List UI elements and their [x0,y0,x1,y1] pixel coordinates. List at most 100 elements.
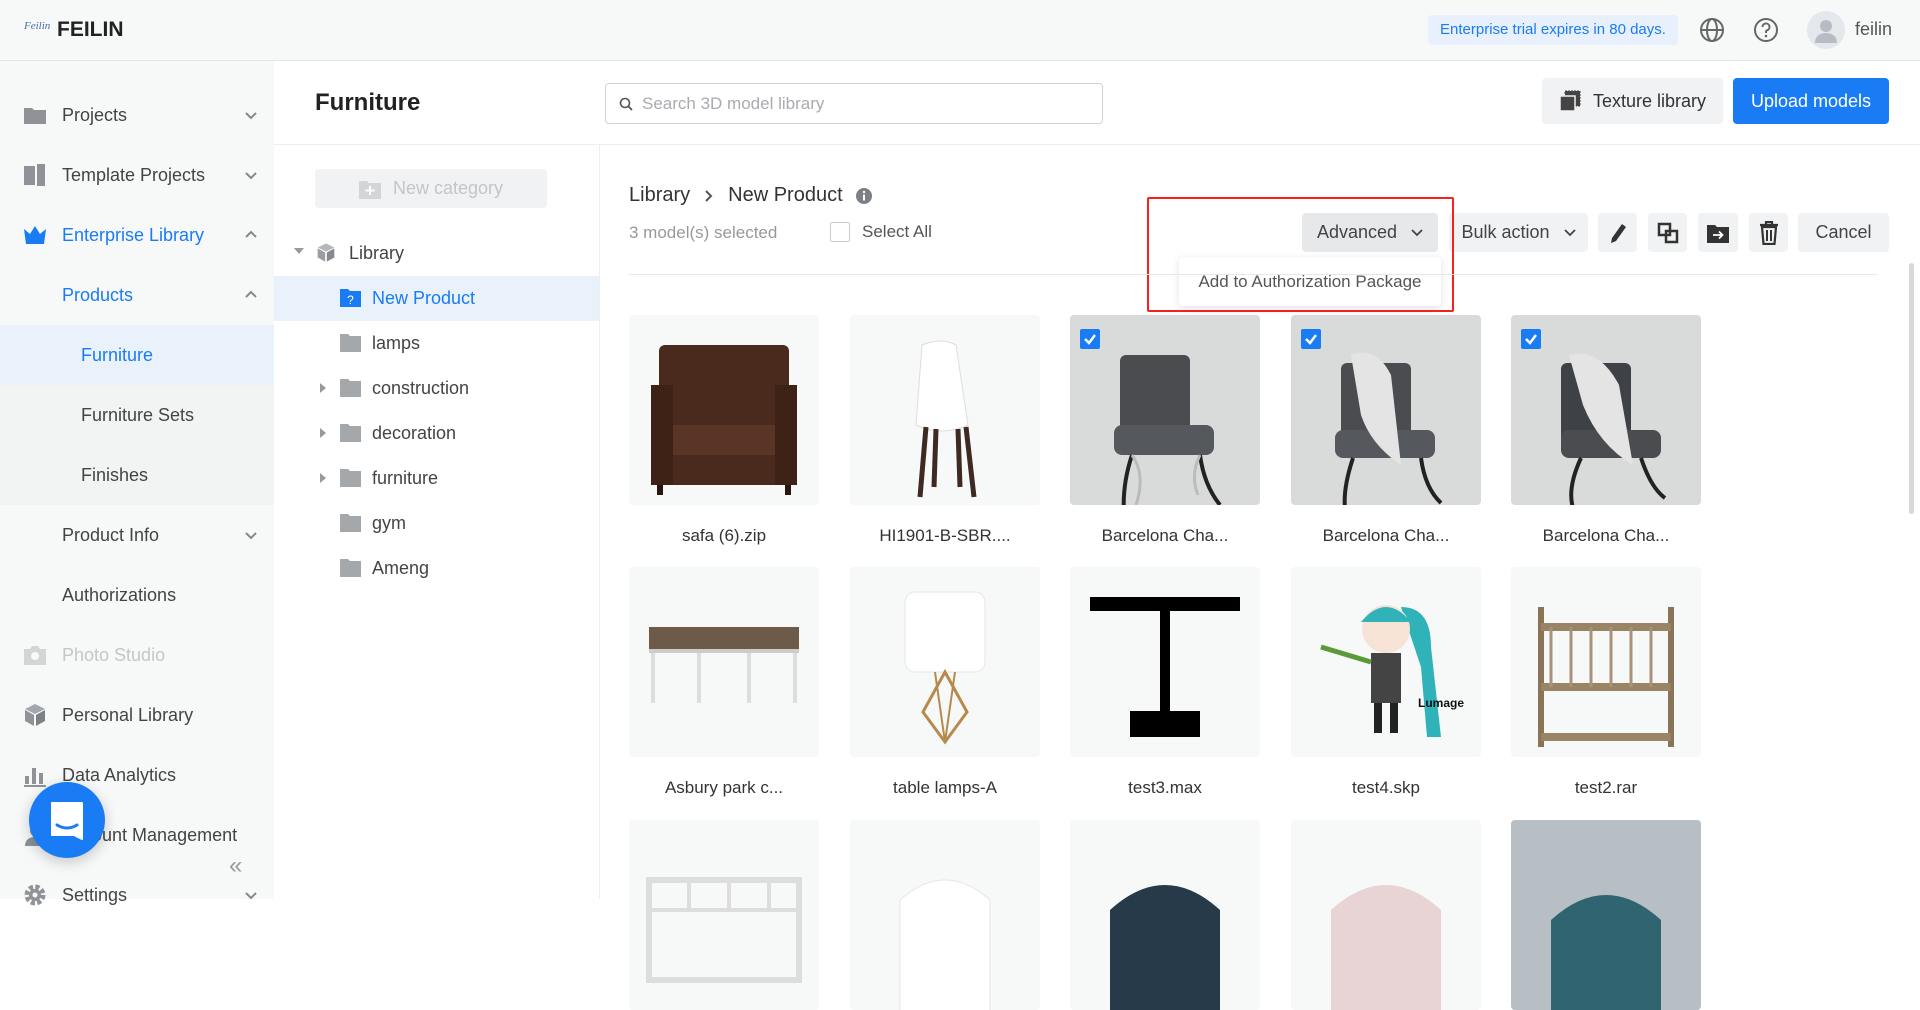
checkbox-checked[interactable] [1521,329,1541,349]
checkbox-checked[interactable] [1301,329,1321,349]
brand-name[interactable]: FEILIN [57,18,124,42]
edit-button[interactable] [1598,213,1637,252]
sidebar-item-authorizations[interactable]: Authorizations [0,565,274,625]
model-thumbnail[interactable] [1070,567,1260,757]
caret-right-icon[interactable] [320,473,327,483]
model-thumbnail[interactable] [629,567,819,757]
model-card[interactable] [1511,820,1701,1010]
sidebar-item-projects[interactable]: Projects [0,85,274,145]
select-all-checkbox[interactable]: Select All [830,222,932,242]
model-name: test2.rar [1574,778,1638,797]
caret-right-icon[interactable] [320,383,327,393]
tree-item-gym[interactable]: gym [274,501,599,546]
sidebar-item-furniture[interactable]: Furniture [0,325,274,385]
model-thumbnail[interactable]: Lumage [1291,567,1481,757]
folder-icon [340,334,361,352]
tree-item-lamps[interactable]: lamps [274,321,599,366]
sidebar-item-label: Settings [62,884,128,905]
model-thumbnail[interactable] [1291,315,1481,505]
checkbox[interactable] [830,222,850,242]
username[interactable]: feilin [1855,19,1892,40]
model-card[interactable]: HI1901-B-SBR.... [850,315,1040,546]
copy-button[interactable] [1648,213,1687,252]
model-card[interactable]: Barcelona Cha... [1511,315,1701,546]
tree-item-construction[interactable]: construction [274,366,599,411]
collapse-sidebar-icon[interactable]: « [229,852,242,880]
sidebar-item-products[interactable]: Products [0,265,274,325]
caret-right-icon[interactable] [320,428,327,438]
caret-down-icon[interactable] [294,248,304,256]
sidebar-item-furniture-sets[interactable]: Furniture Sets [0,385,274,445]
checkbox-checked[interactable] [1080,329,1100,349]
advanced-label: Advanced [1316,222,1398,242]
model-card[interactable]: table lamps-A [850,567,1040,798]
tree-item-library[interactable]: Library [274,231,599,276]
advanced-dropdown-button[interactable]: Advanced [1302,213,1438,252]
texture-library-button[interactable]: Texture library [1542,78,1723,124]
model-name: Barcelona Cha... [1322,526,1450,545]
model-card[interactable]: Barcelona Cha... [1070,315,1260,546]
model-thumbnail[interactable] [629,315,819,505]
breadcrumb-library[interactable]: Library [629,184,690,207]
info-icon[interactable] [855,187,873,205]
model-thumbnail[interactable] [1511,567,1701,757]
sidebar-item-label: Products [62,284,134,305]
model-thumbnail[interactable] [1291,820,1481,1010]
sidebar-item-label: Photo Studio [62,644,166,665]
sidebar-item-label: Finishes [81,464,149,485]
model-thumbnail[interactable] [1511,820,1701,1010]
help-icon[interactable] [1752,16,1780,44]
model-thumbnail[interactable] [629,820,819,1010]
model-card[interactable] [1291,820,1481,1010]
sidebar-item-finishes[interactable]: Finishes [0,445,274,505]
tree-item-furniture[interactable]: furniture [274,456,599,501]
sidebar-item-template-projects[interactable]: Template Projects [0,145,274,205]
upload-models-button[interactable]: Upload models [1733,78,1889,124]
model-card[interactable]: test3.max [1070,567,1260,798]
delete-button[interactable] [1749,213,1788,252]
move-button[interactable] [1698,213,1738,252]
sidebar-item-photo-studio[interactable]: Photo Studio [0,625,274,685]
template-icon [24,164,45,186]
model-name: safa (6).zip [681,526,767,545]
scrollbar[interactable] [1909,263,1914,514]
tree-item-label: gym [372,513,407,533]
model-card[interactable]: Asbury park c... [629,567,819,798]
model-card[interactable]: Barcelona Cha... [1291,315,1481,546]
model-card[interactable] [629,820,819,1010]
chevron-down-icon [245,112,257,120]
model-card[interactable]: test2.rar [1511,567,1701,798]
model-thumbnail[interactable] [850,567,1040,757]
model-thumbnail[interactable] [850,820,1040,1010]
tree-item-decoration[interactable]: decoration [274,411,599,456]
new-category-button[interactable]: New category [315,169,547,208]
logo[interactable]: Feilin [24,20,50,32]
bulk-action-dropdown-button[interactable]: Bulk action [1449,213,1588,252]
sidebar-item-personal-library[interactable]: Personal Library [0,685,274,745]
search-input[interactable] [642,84,1092,123]
tree-item-new-product[interactable]: ? New Product [274,276,599,321]
tree-item-ameng[interactable]: Ameng [274,546,599,591]
chevron-up-icon [245,230,257,238]
model-thumbnail[interactable] [1070,315,1260,505]
sidebar-item-product-info[interactable]: Product Info [0,505,274,565]
model-card[interactable]: safa (6).zip [629,315,819,546]
sidebar-item-label: Product Info [62,524,160,545]
model-card[interactable] [850,820,1040,1010]
model-card[interactable] [1070,820,1260,1010]
chevron-down-icon [1563,228,1576,236]
model-thumbnail[interactable] [850,315,1040,505]
chat-support-button[interactable] [29,782,105,858]
model-thumbnail[interactable] [1070,820,1260,1010]
sidebar-item-enterprise-library[interactable]: Enterprise Library [0,205,274,265]
cancel-button[interactable]: Cancel [1798,213,1889,252]
chat-icon [51,802,83,840]
globe-icon[interactable] [1698,16,1726,44]
search-box[interactable] [605,83,1103,124]
avatar[interactable] [1807,11,1845,49]
trial-notice-badge[interactable]: Enterprise trial expires in 80 days. [1428,15,1678,45]
model-thumbnail[interactable] [1511,315,1701,505]
advanced-menu-item-add-to-authorization-package[interactable]: Add to Authorization Package [1179,257,1441,306]
gear-icon [24,884,46,906]
model-card[interactable]: Lumage test4.skp [1291,567,1481,798]
